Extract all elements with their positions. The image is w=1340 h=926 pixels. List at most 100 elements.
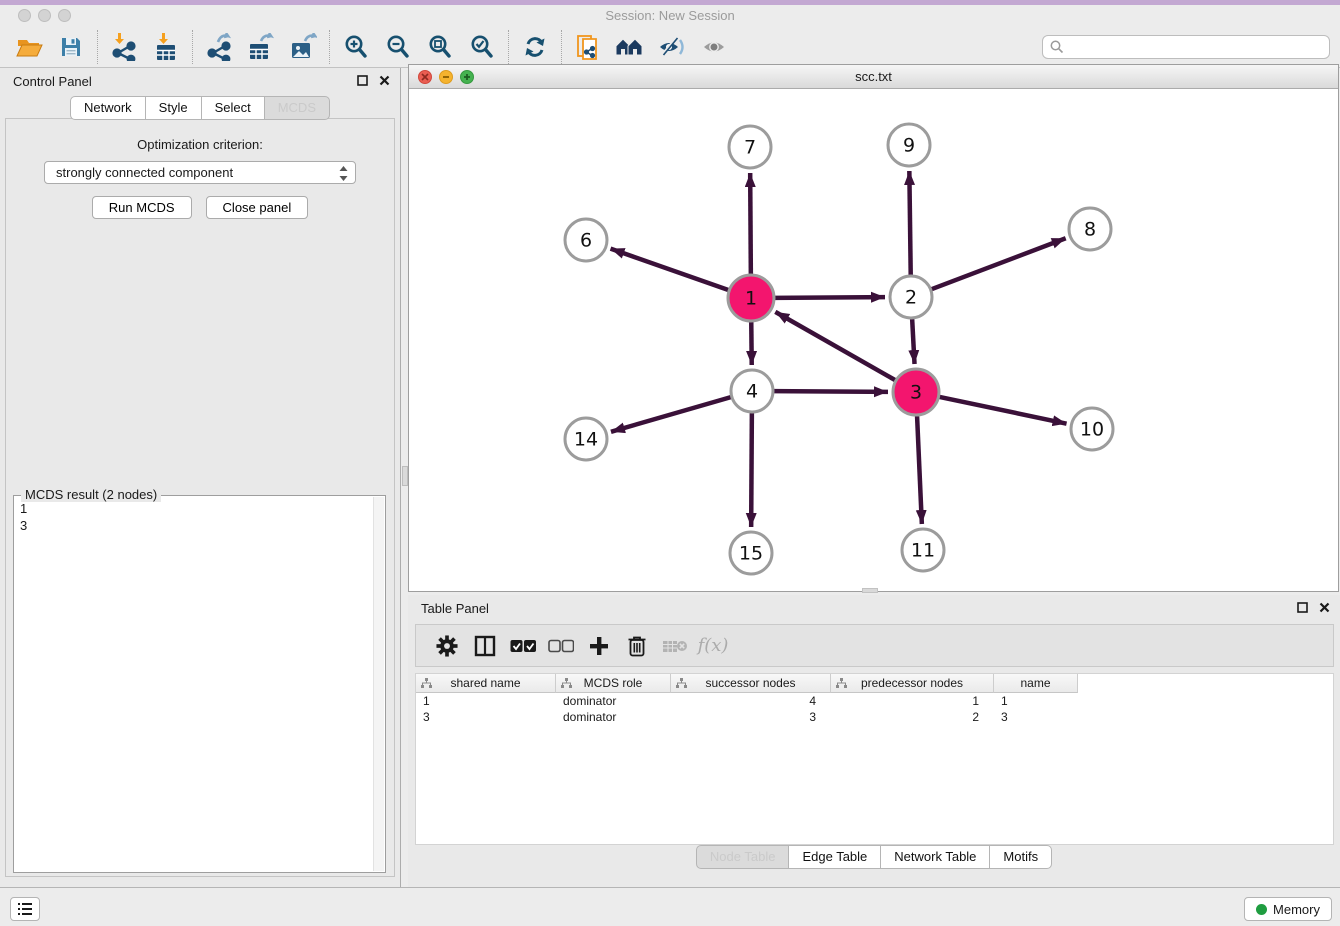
table-cell[interactable]: 3	[416, 709, 556, 725]
graph-edge-1-7[interactable]	[750, 173, 751, 274]
graph-edge-1-6[interactable]	[611, 249, 729, 290]
status-bar: Memory	[0, 887, 1340, 926]
graph-edge-2-3[interactable]	[912, 319, 914, 364]
select-all-button[interactable]	[504, 629, 542, 663]
share-document-button[interactable]	[567, 30, 609, 64]
graph-node-1[interactable]: 1	[728, 275, 774, 321]
graph-edge-1-2[interactable]	[775, 297, 885, 298]
horizontal-splitter-handle[interactable]	[862, 588, 878, 593]
graph-node-14[interactable]: 14	[565, 418, 607, 460]
tab-select[interactable]: Select	[201, 96, 265, 120]
graph-edge-3-11[interactable]	[917, 416, 922, 524]
tab-mcds[interactable]: MCDS	[264, 96, 330, 120]
float-panel-icon[interactable]	[357, 75, 368, 86]
home-button[interactable]	[609, 30, 651, 64]
graph-edge-2-8[interactable]	[932, 238, 1066, 289]
run-mcds-button[interactable]: Run MCDS	[92, 196, 192, 219]
export-network-button[interactable]	[198, 30, 240, 64]
zoom-in-button[interactable]	[335, 30, 377, 64]
graph-edge-4-14[interactable]	[611, 397, 731, 432]
deselect-all-button[interactable]	[542, 629, 580, 663]
table-cell[interactable]: 2	[831, 709, 994, 725]
export-image-icon	[289, 33, 317, 61]
delete-rows-button[interactable]	[618, 629, 656, 663]
table-cell[interactable]: dominator	[556, 709, 671, 725]
column-header-name[interactable]: name	[994, 674, 1078, 693]
graph-edge-2-9[interactable]	[909, 171, 910, 275]
close-panel-button[interactable]: Close panel	[206, 196, 309, 219]
result-scrollbar[interactable]	[373, 497, 384, 871]
refresh-button[interactable]	[514, 30, 556, 64]
graph-node-15[interactable]: 15	[730, 532, 772, 574]
tab-motifs[interactable]: Motifs	[989, 845, 1052, 869]
graph-node-3[interactable]: 3	[893, 369, 939, 415]
zoom-fit-button[interactable]	[419, 30, 461, 64]
open-folder-icon	[15, 35, 43, 59]
tab-style[interactable]: Style	[145, 96, 202, 120]
graph-node-8[interactable]: 8	[1069, 208, 1111, 250]
graph-edge-3-10[interactable]	[939, 397, 1066, 424]
memory-button[interactable]: Memory	[1244, 897, 1332, 921]
table-toolbar: f(x)	[415, 624, 1334, 667]
table-panel-title: Table Panel	[421, 601, 489, 616]
close-panel-icon[interactable]	[1319, 602, 1330, 613]
graph-edge-3-1[interactable]	[775, 312, 895, 380]
zoom-selected-button[interactable]	[461, 30, 503, 64]
export-image-button[interactable]	[282, 30, 324, 64]
column-header-predecessor-nodes[interactable]: predecessor nodes	[831, 674, 994, 693]
search-input[interactable]	[1065, 37, 1329, 57]
tab-node-table[interactable]: Node Table	[696, 845, 790, 869]
graph-edge-4-15[interactable]	[751, 413, 752, 527]
graph-node-2[interactable]: 2	[890, 276, 932, 318]
table-row[interactable]: 3dominator323	[416, 709, 1333, 725]
mcds-result-group: MCDS result (2 nodes) 13	[13, 495, 386, 873]
table-cell[interactable]: 1	[831, 693, 994, 709]
criterion-dropdown[interactable]: strongly connected component	[44, 161, 356, 184]
column-header-successor-nodes[interactable]: successor nodes	[671, 674, 831, 693]
table-cell[interactable]: 4	[671, 693, 831, 709]
graph-node-10[interactable]: 10	[1071, 408, 1113, 450]
import-network-button[interactable]	[103, 30, 145, 64]
zoom-in-icon	[343, 34, 369, 60]
tab-network[interactable]: Network	[70, 96, 146, 120]
import-table-button[interactable]	[145, 30, 187, 64]
graph-node-4[interactable]: 4	[731, 370, 773, 412]
toolbar-separator	[561, 30, 562, 64]
task-history-button[interactable]	[10, 897, 40, 921]
table-cell[interactable]: dominator	[556, 693, 671, 709]
open-session-button[interactable]	[8, 30, 50, 64]
graph-node-6[interactable]: 6	[565, 219, 607, 261]
add-row-button[interactable]	[580, 629, 618, 663]
search-field[interactable]	[1042, 35, 1330, 59]
toolbar-separator	[97, 30, 98, 64]
graph-node-11[interactable]: 11	[902, 529, 944, 571]
column-header-shared-name[interactable]: shared name	[416, 674, 556, 693]
mcds-result-text[interactable]: 13	[15, 498, 372, 871]
table-cell[interactable]: 3	[994, 709, 1078, 725]
zoom-out-button[interactable]	[377, 30, 419, 64]
export-table-button[interactable]	[240, 30, 282, 64]
network-canvas[interactable]: 7 9 6 8 1 2 4 3 14 10 15 11	[409, 89, 1338, 591]
function-builder-button[interactable]: f(x)	[694, 629, 732, 663]
save-session-button[interactable]	[50, 30, 92, 64]
search-icon	[1049, 39, 1065, 55]
graph-node-7[interactable]: 7	[729, 126, 771, 168]
app-titlebar: Session: New Session	[0, 5, 1340, 26]
main-toolbar	[0, 26, 1340, 68]
column-header-MCDS-role[interactable]: MCDS role	[556, 674, 671, 693]
graph-edge-4-3[interactable]	[774, 391, 888, 392]
tab-network-table[interactable]: Network Table	[880, 845, 990, 869]
hide-graphics-details-button[interactable]	[651, 30, 693, 64]
table-cell[interactable]: 1	[416, 693, 556, 709]
tab-edge-table[interactable]: Edge Table	[788, 845, 881, 869]
table-cell[interactable]: 3	[671, 709, 831, 725]
table-cell[interactable]: 1	[994, 693, 1078, 709]
toggle-columns-button[interactable]	[466, 629, 504, 663]
show-graphics-details-button[interactable]	[693, 30, 735, 64]
delete-table-button[interactable]	[656, 629, 694, 663]
table-row[interactable]: 1dominator411	[416, 693, 1333, 709]
graph-node-9[interactable]: 9	[888, 124, 930, 166]
table-settings-button[interactable]	[428, 629, 466, 663]
float-panel-icon[interactable]	[1297, 602, 1308, 613]
close-panel-icon[interactable]	[379, 75, 390, 86]
